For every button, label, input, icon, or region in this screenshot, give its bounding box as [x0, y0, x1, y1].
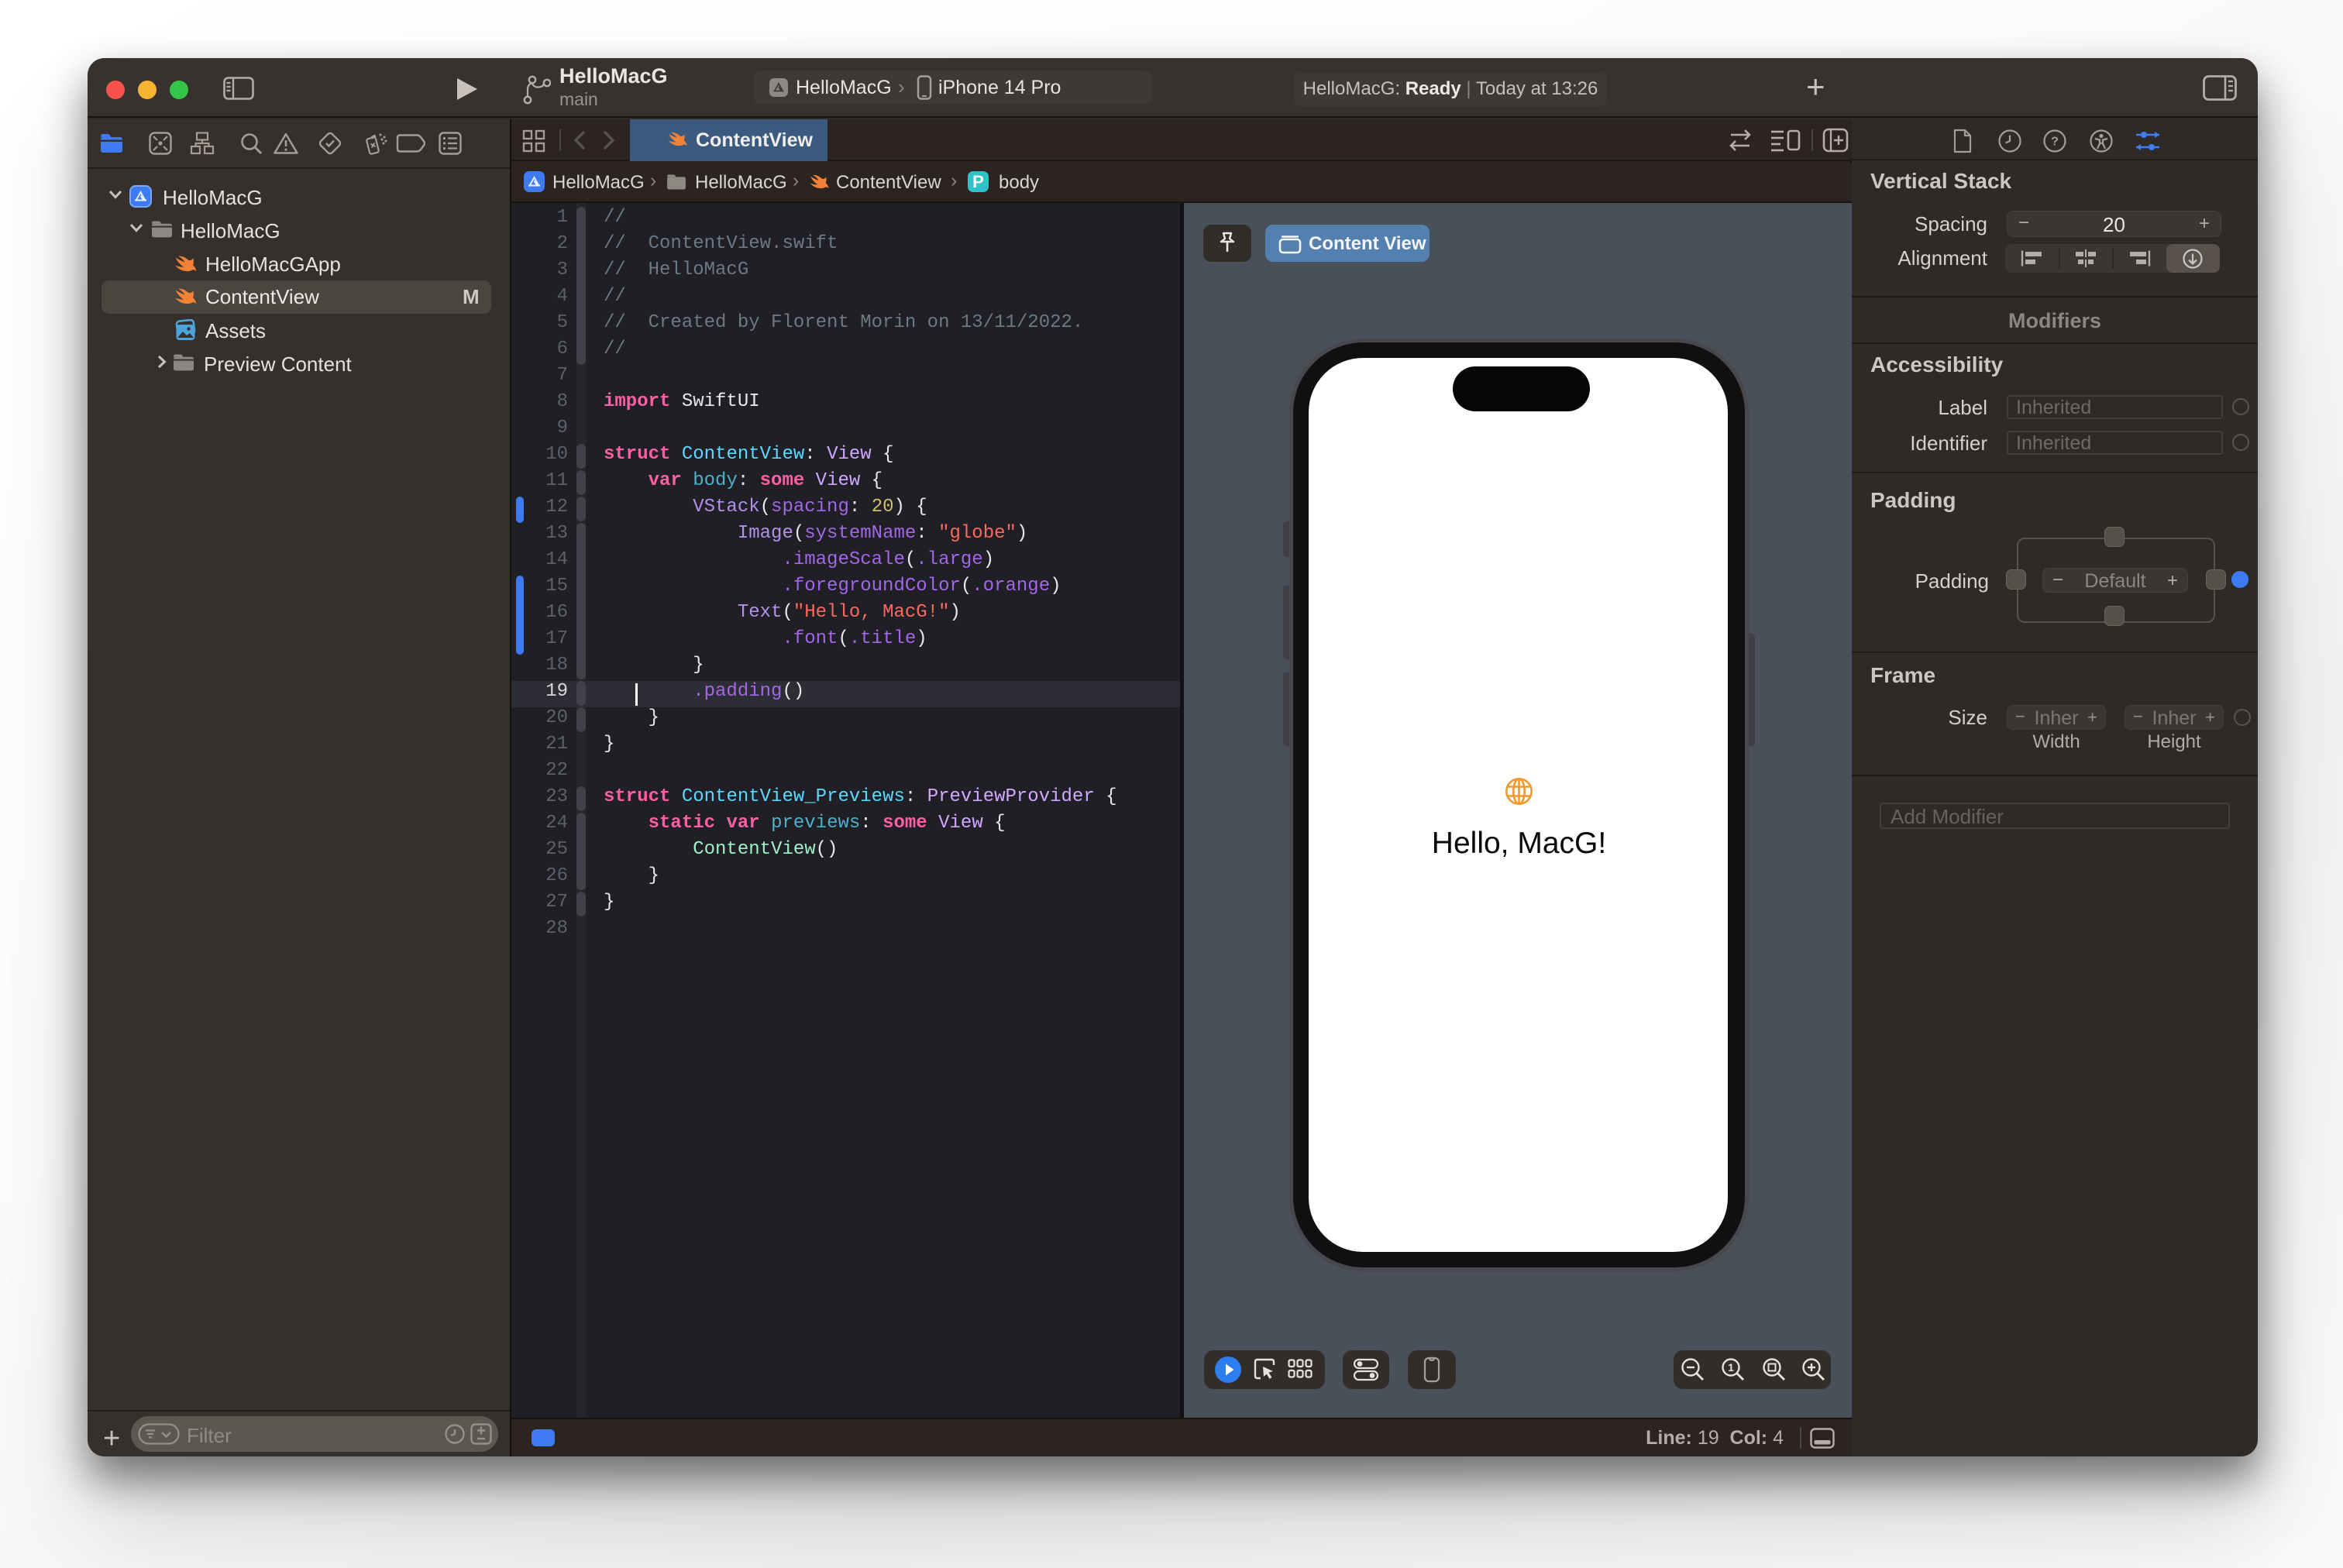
svg-text:?: ? [2051, 136, 2059, 149]
svg-text:1: 1 [1728, 1361, 1734, 1374]
